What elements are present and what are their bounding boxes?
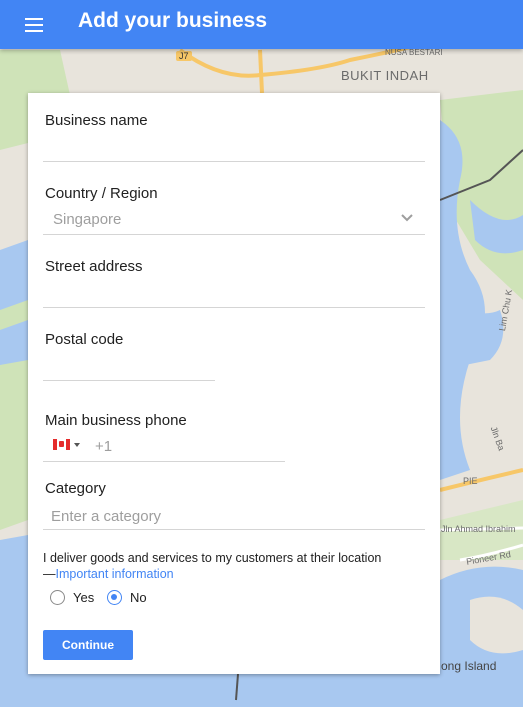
- no-radio[interactable]: [107, 590, 122, 605]
- app-header: Add your business: [0, 0, 523, 49]
- country-code-selector[interactable]: [53, 439, 80, 450]
- postal-code-underline: [43, 380, 215, 381]
- business-name-input[interactable]: [45, 135, 425, 159]
- yes-radio[interactable]: [50, 590, 65, 605]
- continue-button[interactable]: Continue: [43, 630, 133, 660]
- street-address-underline: [43, 307, 425, 308]
- postal-code-input[interactable]: [45, 354, 215, 378]
- street-address-label: Street address: [45, 258, 143, 275]
- delivery-question: I deliver goods and services to my custo…: [43, 550, 413, 582]
- country-underline: [43, 234, 425, 235]
- map-label-bukit-indah: BUKIT INDAH: [341, 68, 429, 83]
- country-label: Country / Region: [45, 185, 158, 202]
- category-label: Category: [45, 480, 106, 497]
- delivery-dash: —: [43, 567, 56, 581]
- add-business-form: Business name Country / Region Singapore…: [28, 93, 440, 674]
- street-address-input[interactable]: [45, 281, 425, 305]
- important-information-link[interactable]: Important information: [56, 567, 174, 581]
- menu-icon[interactable]: [14, 5, 54, 45]
- category-input[interactable]: [51, 505, 421, 527]
- phone-underline: [43, 461, 285, 462]
- map-label-nusa-bestari: NUSA BESTARI: [385, 48, 443, 57]
- phone-prefix: +1: [95, 438, 113, 455]
- delivery-question-text: I deliver goods and services to my custo…: [43, 551, 382, 565]
- chevron-down-icon[interactable]: [401, 214, 413, 222]
- business-name-label: Business name: [45, 112, 148, 129]
- map-label-j7-badge: J7: [176, 51, 192, 61]
- country-select[interactable]: Singapore: [53, 211, 121, 228]
- business-name-underline: [43, 161, 425, 162]
- map-label-pie: PIE: [463, 476, 478, 486]
- delivery-yes-option[interactable]: Yes: [50, 590, 94, 605]
- caret-down-icon: [74, 442, 80, 447]
- canada-flag-icon: [53, 439, 70, 450]
- phone-input[interactable]: [115, 436, 283, 458]
- phone-label: Main business phone: [45, 412, 187, 429]
- postal-code-label: Postal code: [45, 331, 124, 348]
- page-title: Add your business: [78, 8, 268, 32]
- delivery-no-option[interactable]: No: [107, 590, 147, 605]
- map-label-jln-ahmad: Jln Ahmad Ibrahim: [441, 524, 516, 534]
- yes-radio-label: Yes: [73, 590, 95, 605]
- category-underline: [43, 529, 425, 530]
- no-radio-label: No: [130, 590, 147, 605]
- map-label-island: ong Island: [441, 659, 497, 673]
